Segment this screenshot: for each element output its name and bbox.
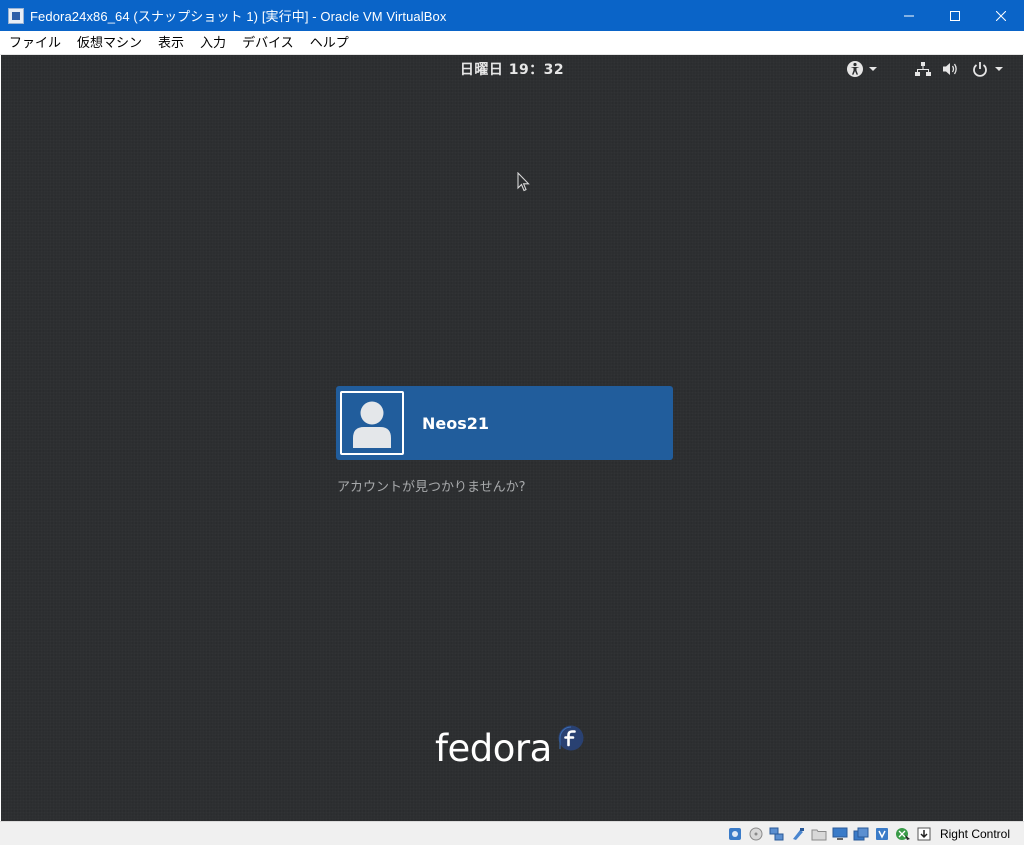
menu-bar: ファイル 仮想マシン 表示 入力 デバイス ヘルプ <box>0 31 1024 55</box>
network-adapter-icon <box>769 827 784 840</box>
maximize-icon <box>950 10 960 21</box>
fedora-infinity-icon <box>558 725 584 751</box>
menu-help[interactable]: ヘルプ <box>302 31 357 55</box>
optical-drive-icon <box>749 827 763 840</box>
fedora-logo-text: fedora <box>435 727 552 770</box>
shared-folders-icon <box>811 829 827 840</box>
mouse-integration-icon <box>895 827 910 840</box>
minimize-icon <box>904 15 914 16</box>
maximize-button[interactable] <box>932 0 978 31</box>
power-icon <box>973 62 987 77</box>
user-name: Neos21 <box>422 413 490 433</box>
keyboard-capture-icon <box>917 827 931 840</box>
vm-display[interactable]: 日曜日 19：32 Neos21 アカウントが見つかりませんか? fedora <box>1 55 1023 821</box>
virtualbox-app-icon <box>8 7 24 24</box>
menu-devices[interactable]: デバイス <box>234 31 302 55</box>
network-icon <box>915 62 931 76</box>
accessibility-menu[interactable] <box>846 60 879 78</box>
shared-folders-status[interactable] <box>810 826 828 842</box>
window-title-bar[interactable]: Fedora24x86_64 (スナップショット 1) [実行中] - Orac… <box>0 0 1024 31</box>
keyboard-capture-status[interactable] <box>915 826 933 842</box>
close-button[interactable] <box>978 0 1024 31</box>
avatar <box>340 391 404 455</box>
accessibility-icon <box>847 61 863 77</box>
window-controls <box>886 0 1024 31</box>
display-status[interactable] <box>831 826 849 842</box>
host-key-label: Right Control <box>939 826 1010 841</box>
volume-icon <box>943 63 957 75</box>
usb-status[interactable] <box>789 826 807 842</box>
video-capture-icon <box>853 827 869 840</box>
user-list-item[interactable]: Neos21 <box>336 386 673 460</box>
usb-icon <box>792 827 804 840</box>
mouse-cursor-icon <box>517 172 530 192</box>
window-title: Fedora24x86_64 (スナップショット 1) [実行中] - Orac… <box>30 9 447 24</box>
menu-file[interactable]: ファイル <box>0 31 69 55</box>
fedora-logo: fedora <box>435 725 585 775</box>
system-status-menu[interactable] <box>915 60 1005 78</box>
hard-disk-icon <box>728 827 741 840</box>
menu-view[interactable]: 表示 <box>150 31 192 55</box>
display-icon <box>832 827 848 840</box>
minimize-button[interactable] <box>886 0 932 31</box>
menu-input[interactable]: 入力 <box>192 31 234 55</box>
virtualization-icon <box>875 827 888 840</box>
video-capture-status[interactable] <box>852 826 870 842</box>
not-listed-link[interactable]: アカウントが見つかりませんか? <box>337 476 526 495</box>
menu-machine[interactable]: 仮想マシン <box>69 31 150 55</box>
user-icon <box>353 401 391 448</box>
optical-drive-status[interactable] <box>747 826 765 842</box>
network-status[interactable] <box>768 826 786 842</box>
close-icon <box>996 10 1006 21</box>
gnome-top-bar: 日曜日 19：32 <box>1 55 1023 83</box>
mouse-integration-status[interactable] <box>894 826 912 842</box>
hard-disk-status[interactable] <box>726 826 744 842</box>
status-bar: Right Control <box>0 821 1024 845</box>
chevron-down-icon <box>869 67 877 71</box>
virtualization-status[interactable] <box>873 826 891 842</box>
chevron-down-icon <box>995 67 1003 71</box>
